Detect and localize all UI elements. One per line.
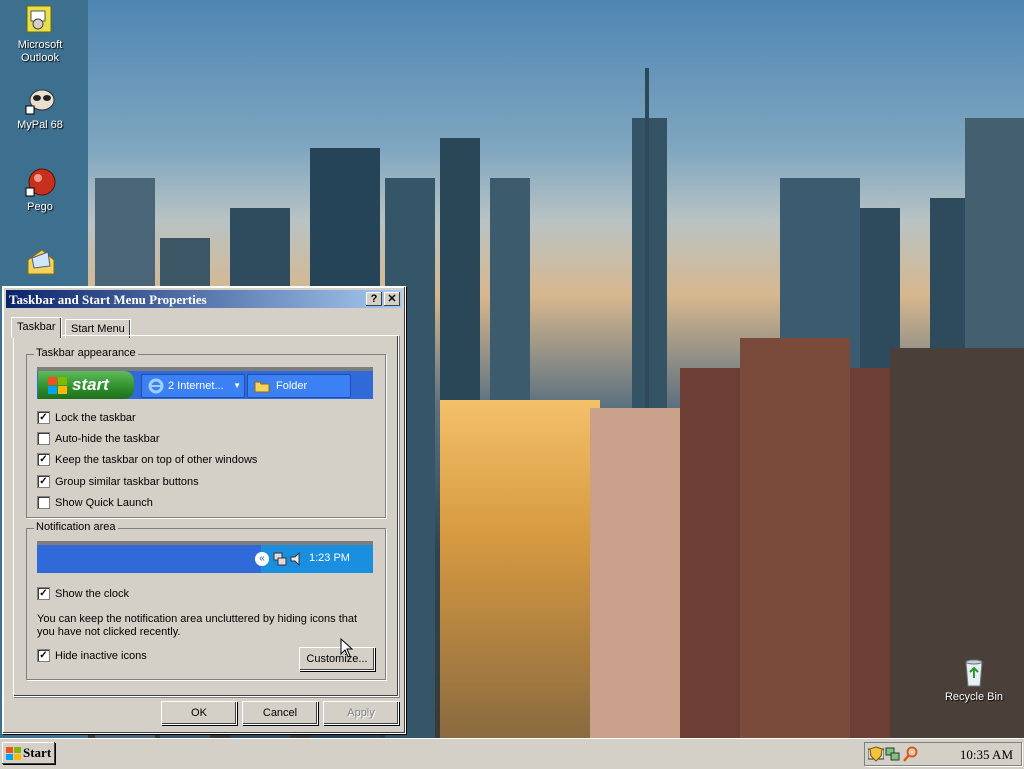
- outlook-icon: [24, 4, 56, 36]
- desktop-icon-mypal[interactable]: MyPal 68: [4, 84, 76, 132]
- system-tray: 10:35 AM: [864, 742, 1022, 766]
- pego-icon: [24, 166, 56, 198]
- customize-button[interactable]: Customize...: [299, 647, 375, 671]
- checkbox-label: Auto-hide the taskbar: [55, 432, 160, 445]
- desktop-icon-recycle-bin[interactable]: Recycle Bin: [938, 656, 1010, 704]
- ie-icon: [148, 378, 164, 402]
- checkbox-label: Keep the taskbar on top of other windows: [55, 453, 258, 466]
- preview-button-label: 2 Internet...: [168, 380, 224, 392]
- start-label: Start: [23, 745, 52, 760]
- checkbox-box[interactable]: ✓: [37, 649, 50, 662]
- notification-description: You can keep the notification area unclu…: [37, 613, 358, 638]
- close-button[interactable]: ✕: [384, 292, 400, 306]
- desktop-icon-label: Microsoft Outlook: [17, 39, 63, 64]
- tab-taskbar[interactable]: Taskbar: [11, 317, 62, 338]
- search-icon[interactable]: [903, 746, 919, 765]
- cancel-button[interactable]: Cancel: [242, 701, 318, 725]
- tab-label: Taskbar: [17, 321, 56, 333]
- checkbox-box[interactable]: ✓: [37, 587, 50, 600]
- desktop-icon-mail[interactable]: [4, 246, 76, 281]
- preview-start-button: start: [38, 371, 134, 399]
- network-icon: [273, 552, 287, 569]
- title-bar[interactable]: Taskbar and Start Menu Properties ? ✕: [6, 290, 402, 308]
- volume-icon: [289, 551, 303, 569]
- help-button[interactable]: ?: [366, 292, 382, 306]
- checkbox-label: Hide inactive icons: [55, 649, 147, 662]
- lock-taskbar-checkbox[interactable]: ✓ Lock the taskbar: [37, 411, 136, 424]
- taskbar-clock[interactable]: 10:35 AM: [960, 747, 1013, 763]
- checkbox-label: Lock the taskbar: [55, 411, 136, 424]
- preview-clock: 1:23 PM: [309, 552, 350, 564]
- checkbox-label: Show the clock: [55, 587, 129, 600]
- mail-folder-icon: [24, 246, 56, 278]
- desktop-icon-outlook[interactable]: Microsoft Outlook: [4, 4, 76, 65]
- hide-inactive-checkbox[interactable]: ✓ Hide inactive icons: [37, 649, 147, 662]
- notification-preview: « 1:23 PM: [37, 541, 373, 573]
- folder-icon: [254, 379, 270, 401]
- keep-on-top-checkbox[interactable]: ✓ Keep the taskbar on top of other windo…: [37, 453, 257, 466]
- group-label: Notification area: [34, 521, 118, 533]
- preview-ie-button: 2 Internet... ▼: [141, 374, 245, 398]
- autohide-taskbar-checkbox[interactable]: Auto-hide the taskbar: [37, 432, 160, 445]
- preview-folder-button: Folder: [247, 374, 351, 398]
- tab-label: Start Menu: [71, 323, 125, 335]
- taskbar-properties-dialog: Taskbar and Start Menu Properties ? ✕ Ta…: [2, 286, 406, 734]
- dialog-title: Taskbar and Start Menu Properties: [9, 292, 207, 307]
- taskbar-preview: start 2 Internet... ▼ Folder: [37, 367, 373, 399]
- recycle-bin-icon: [958, 656, 990, 688]
- desktop-icon-label: Pego: [27, 201, 53, 213]
- street-view: [440, 400, 600, 738]
- start-button[interactable]: Start: [2, 742, 55, 764]
- apply-button[interactable]: Apply: [323, 701, 399, 725]
- group-label: Taskbar appearance: [34, 347, 138, 359]
- checkbox-box[interactable]: ✓: [37, 475, 50, 488]
- checkbox-box[interactable]: ✓: [37, 453, 50, 466]
- checkbox-label: Group similar taskbar buttons: [55, 475, 199, 488]
- expand-arrows-icon: «: [255, 552, 269, 566]
- group-buttons-checkbox[interactable]: ✓ Group similar taskbar buttons: [37, 475, 199, 488]
- taskbar: Start 10:35 AM: [0, 738, 1024, 769]
- desktop-icon-pego[interactable]: Pego: [4, 166, 76, 214]
- checkbox-box[interactable]: ✓: [37, 411, 50, 424]
- show-clock-checkbox[interactable]: ✓ Show the clock: [37, 587, 129, 600]
- desktop-icon-label: MyPal 68: [17, 119, 63, 131]
- windows-logo-icon: [48, 376, 68, 404]
- preview-start-label: start: [72, 375, 109, 394]
- shield-icon[interactable]: [869, 746, 883, 765]
- preview-button-label: Folder: [276, 380, 308, 392]
- network-icon[interactable]: [885, 746, 901, 765]
- dropdown-arrow-icon: ▼: [233, 381, 241, 390]
- quick-launch-checkbox[interactable]: Show Quick Launch: [37, 496, 153, 509]
- notification-area-group: Notification area « 1:23 PM ✓ Show the c…: [26, 521, 386, 680]
- ok-button[interactable]: OK: [161, 701, 237, 725]
- tray-preview: « 1:23 PM: [255, 545, 373, 573]
- taskbar-appearance-group: Taskbar appearance start 2 Internet... ▼: [26, 347, 386, 518]
- windows-logo-icon: [6, 746, 22, 768]
- checkbox-label: Show Quick Launch: [55, 496, 153, 509]
- mypal-icon: [24, 84, 56, 116]
- desktop-icon-label: Recycle Bin: [944, 691, 1004, 703]
- checkbox-box[interactable]: [37, 496, 50, 509]
- checkbox-box[interactable]: [37, 432, 50, 445]
